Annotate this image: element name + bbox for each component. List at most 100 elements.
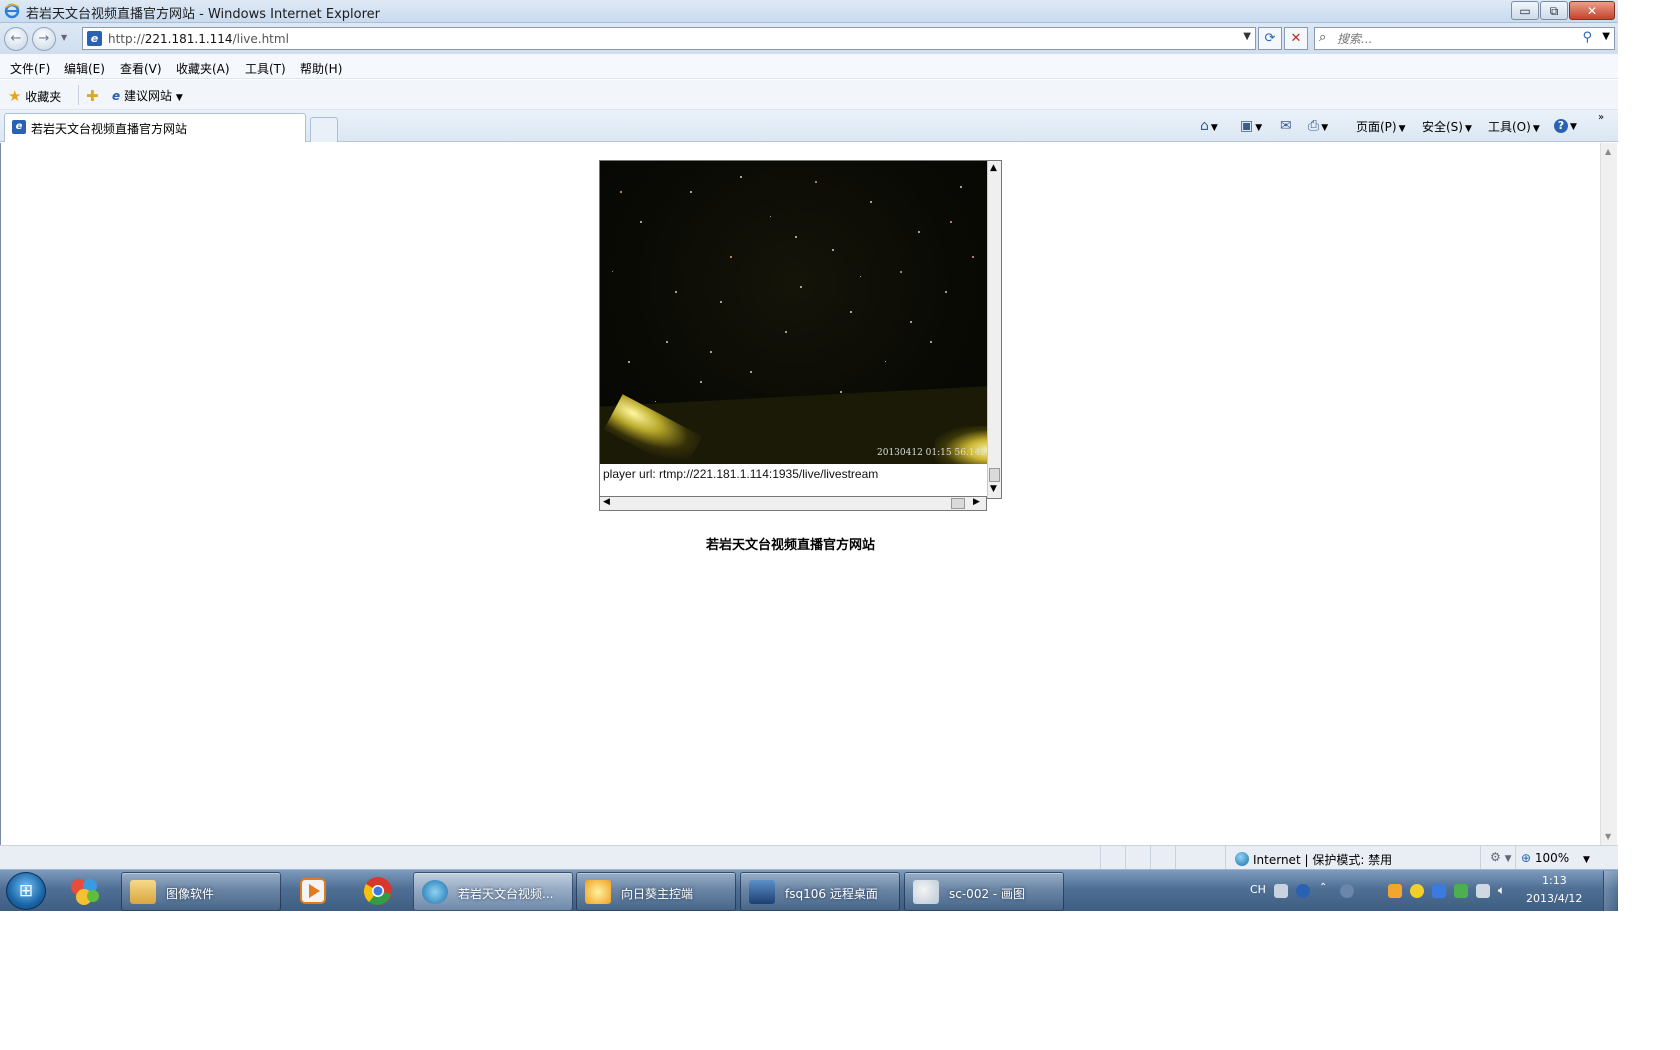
security-zone[interactable]: Internet | 保护模式: 禁用	[1235, 851, 1392, 868]
zoom-level-button[interactable]: ⊕ 100% ▼	[1521, 851, 1590, 865]
status-divider	[1100, 846, 1101, 869]
chevron-down-icon: ▼	[1255, 123, 1263, 133]
scroll-left-icon[interactable]: ◀	[603, 497, 610, 507]
menu-view[interactable]: 查看(V)	[120, 60, 162, 77]
search-input[interactable]	[1337, 31, 1567, 47]
taskbar-button-remote-desktop[interactable]: fsq106 远程桌面	[740, 872, 900, 911]
safety-menu-button[interactable]: 安全(S) ▼	[1422, 118, 1472, 135]
help-icon: ?	[1554, 119, 1568, 133]
print-button[interactable]: ⎙ ▼	[1308, 118, 1328, 134]
star-dot	[918, 231, 920, 233]
restore-button[interactable]: ⧉	[1540, 1, 1568, 20]
history-dropdown-icon[interactable]: ▼	[61, 33, 67, 42]
star-dot	[730, 256, 732, 258]
clock-time[interactable]: 1:13	[1542, 874, 1567, 887]
scroll-down-icon[interactable]: ▼	[1605, 832, 1611, 841]
bluetooth-icon[interactable]	[1340, 884, 1354, 898]
taskbar-button-ie[interactable]: 若岩天文台视频...	[413, 872, 573, 911]
stop-button[interactable]: ✕	[1284, 27, 1308, 50]
star-dot	[770, 216, 771, 217]
star-dot	[795, 236, 797, 238]
frame-horizontal-scrollbar[interactable]: ◀ ▶	[599, 496, 987, 511]
keyboard-icon[interactable]	[1274, 884, 1288, 898]
pinned-app-colorful-icon[interactable]	[68, 874, 102, 908]
show-desktop-button[interactable]	[1603, 871, 1617, 911]
taskbar-button-paint[interactable]: sc-002 - 画图	[904, 872, 1064, 911]
menu-help[interactable]: 帮助(H)	[300, 60, 342, 77]
star-dot	[840, 391, 842, 393]
language-indicator[interactable]: CH	[1250, 883, 1266, 896]
taskbar: ⊞ 图像软件 若岩天文台视频... 向日葵主控端 fsq106 远程桌面 sc-…	[0, 869, 1618, 911]
read-mail-button[interactable]: ✉	[1280, 118, 1292, 134]
new-tab-button[interactable]	[310, 117, 338, 142]
frame-hscroll-thumb[interactable]	[951, 498, 965, 509]
star-dot	[870, 201, 872, 203]
back-button[interactable]: ←	[4, 27, 28, 51]
menu-favorites[interactable]: 收藏夹(A)	[176, 60, 230, 77]
live-video-stream[interactable]: 20130412 01:15 56.140	[600, 161, 987, 464]
start-button[interactable]: ⊞	[6, 872, 46, 910]
help-button[interactable]: ? ▼	[1554, 118, 1577, 133]
menu-tools[interactable]: 工具(T)	[245, 60, 286, 77]
window-title: 若岩天文台视频直播官方网站 - Windows Internet Explore…	[26, 7, 380, 22]
menu-edit[interactable]: 编辑(E)	[64, 60, 105, 77]
page-menu-button[interactable]: 页面(P) ▼	[1356, 118, 1406, 135]
embedded-player-frame: 20130412 01:15 56.140 player url: rtmp:/…	[599, 160, 1002, 499]
star-dot	[815, 181, 817, 183]
close-button[interactable]: ✕	[1569, 1, 1615, 20]
address-bar[interactable]: e http://221.181.1.114/live.html ▼	[82, 27, 1256, 50]
search-icon[interactable]: ⚲	[1582, 30, 1592, 45]
menu-file[interactable]: 文件(F)	[10, 60, 50, 77]
feeds-button[interactable]: ▣ ▼	[1240, 118, 1262, 134]
taskbar-button-image-software[interactable]: 图像软件	[121, 872, 281, 911]
player-url-text: player url: rtmp://221.181.1.114:1935/li…	[603, 467, 879, 481]
scroll-down-icon[interactable]: ▼	[990, 484, 997, 494]
back-icon: ←	[10, 31, 22, 46]
tray-app-icon[interactable]	[1388, 884, 1402, 898]
tab-active[interactable]: e 若岩天文台视频直播官方网站	[4, 113, 306, 142]
address-row: ← → ▼ e http://221.181.1.114/live.html ▼…	[0, 23, 1618, 54]
address-dropdown-icon[interactable]: ▼	[1243, 31, 1251, 42]
search-dropdown-icon[interactable]: ▼	[1602, 31, 1610, 42]
frame-scroll-thumb[interactable]	[989, 468, 1000, 482]
scroll-up-icon[interactable]: ▲	[1605, 147, 1611, 156]
suggested-sites-button[interactable]: e 建议网站 ▼	[112, 87, 183, 104]
tools-menu-button[interactable]: 工具(O) ▼	[1488, 118, 1540, 135]
tray-network-app-icon[interactable]	[1432, 884, 1446, 898]
minimize-button[interactable]: ▭	[1511, 1, 1539, 20]
refresh-button[interactable]: ⟳	[1258, 27, 1282, 50]
scroll-up-icon[interactable]: ▲	[990, 163, 997, 173]
status-bar: Internet | 保护模式: 禁用 ⚙ ▼ ⊕ 100% ▼	[0, 845, 1618, 869]
star-dot	[750, 371, 752, 373]
chrome-icon[interactable]	[361, 874, 395, 908]
chevron-up-icon[interactable]: ⌃	[1319, 882, 1327, 893]
tray-plus-icon[interactable]	[1410, 884, 1424, 898]
zoom-icon: ⊕	[1521, 851, 1532, 865]
clock-date[interactable]: 2013/4/12	[1526, 892, 1582, 905]
folder-icon	[130, 880, 156, 904]
taskbar-button-sunflower[interactable]: 向日葵主控端	[576, 872, 736, 911]
star-dot	[832, 249, 834, 251]
address-url[interactable]: http://221.181.1.114/live.html	[108, 32, 289, 46]
media-player-icon[interactable]	[296, 874, 330, 908]
shield-icon[interactable]	[1454, 884, 1468, 898]
light-glow-right	[935, 426, 987, 464]
volume-icon[interactable]: 🔈︎	[1498, 883, 1505, 898]
frame-vertical-scrollbar[interactable]: ▲ ▼	[987, 161, 1001, 498]
favorites-button[interactable]: ★ 收藏夹	[8, 87, 61, 105]
system-tray: CH ⌃ 🔈︎ 1:13 2013/4/12	[1240, 870, 1600, 912]
more-commands-button[interactable]: »	[1598, 112, 1604, 123]
scroll-right-icon[interactable]: ▶	[973, 497, 980, 507]
popup-blocker-button[interactable]: ⚙ ▼	[1490, 850, 1512, 864]
star-icon: ★	[8, 87, 22, 105]
forward-button[interactable]: →	[32, 27, 56, 51]
chevron-down-icon: ▼	[1398, 124, 1406, 134]
star-dot	[945, 291, 947, 293]
network-icon[interactable]	[1476, 884, 1490, 898]
search-provider-icon: ⌕	[1319, 30, 1327, 45]
add-favorite-button[interactable]: ✚	[86, 87, 99, 105]
close-icon: ✕	[1586, 4, 1598, 18]
help-icon[interactable]	[1296, 884, 1310, 898]
page-vertical-scrollbar[interactable]: ▲ ▼	[1600, 143, 1617, 845]
home-button[interactable]: ⌂ ▼	[1200, 118, 1218, 134]
